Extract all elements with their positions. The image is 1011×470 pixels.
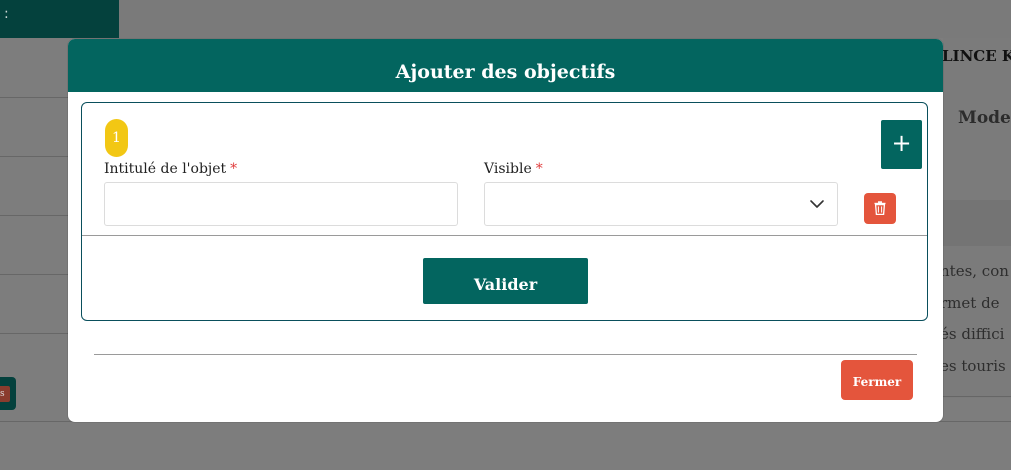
delete-objective-button[interactable] [864, 193, 896, 224]
background-description-line: ntes, con [940, 262, 1009, 280]
visible-select[interactable] [484, 182, 838, 226]
background-divider [943, 396, 1011, 397]
modal-title: Ajouter des objectifs [395, 61, 616, 83]
menu-dots-icon: : [4, 6, 9, 22]
close-button[interactable]: Fermer [841, 360, 913, 400]
required-mark: * [230, 161, 238, 177]
background-divider [0, 274, 68, 275]
background-divider [0, 97, 68, 98]
modal-header: Ajouter des objectifs [68, 39, 943, 92]
add-objective-button[interactable]: + [881, 120, 922, 169]
background-topbar: : [0, 0, 119, 38]
add-objectives-modal: Ajouter des objectifs 1 Intitulé de l'ob… [68, 39, 943, 422]
background-description-line: rmet de [940, 294, 1000, 312]
objective-number-badge: 1 [105, 119, 128, 157]
submit-button[interactable]: Valider [423, 258, 588, 304]
background-description-line: és diffici [940, 325, 1005, 343]
background-profile-name: LINCE KA [942, 47, 1011, 65]
background-band [943, 200, 1011, 246]
card-divider [82, 235, 927, 236]
objective-card: 1 Intitulé de l'objet * Visible * + Vali… [81, 102, 928, 321]
objective-title-label: Intitulé de l'objet * [104, 161, 237, 177]
background-divider [0, 333, 68, 334]
background-mode-label: Mode [958, 108, 1011, 128]
visible-label: Visible * [484, 161, 543, 177]
background-divider [0, 215, 68, 216]
footer-divider [94, 354, 917, 355]
required-mark: * [535, 161, 543, 177]
objective-title-input[interactable] [104, 182, 458, 226]
plus-icon: + [891, 129, 912, 157]
objective-title-label-text: Intitulé de l'objet [104, 161, 227, 177]
background-sidebar-button: s [0, 377, 16, 410]
background-description-line: es touris [940, 357, 1006, 375]
chevron-down-icon [810, 200, 824, 208]
background-divider [0, 156, 68, 157]
background-header [119, 0, 1011, 38]
trash-icon [874, 201, 886, 215]
background-sidebar-badge: s [0, 386, 10, 402]
visible-label-text: Visible [484, 161, 532, 177]
